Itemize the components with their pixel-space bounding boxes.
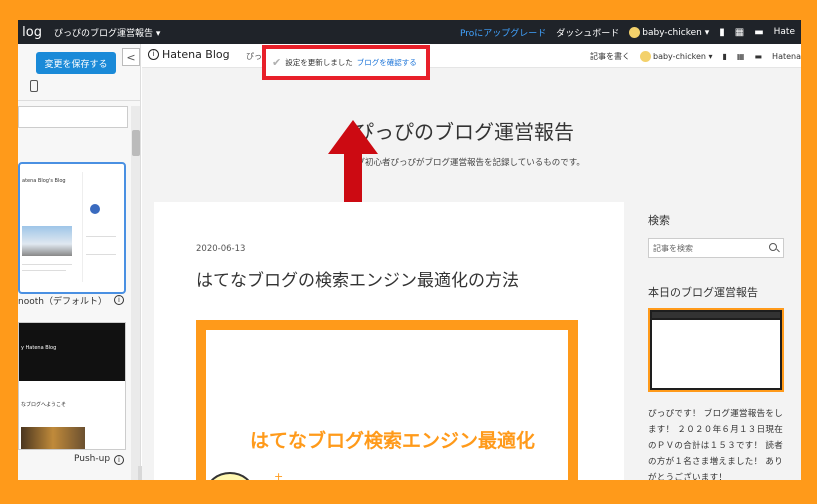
- bookmark-icon[interactable]: ▮: [719, 27, 725, 38]
- view-blog-link[interactable]: ブログを確認する: [357, 57, 417, 68]
- theme-preview-sidebar: [82, 172, 122, 282]
- theme-label-smooth: nooth（デフォルト）: [18, 297, 107, 307]
- theme-preview-image: [22, 226, 72, 256]
- recent-heading: 本日のブログ運営報告: [648, 286, 758, 299]
- sidebar-scrollbar[interactable]: [131, 106, 140, 480]
- blog-header: i Hatena Blog ぴっ 記事を書く baby-chicken ▾ ▮ …: [142, 44, 801, 68]
- thumbnail-content: [652, 320, 780, 388]
- theme-preview-line: [86, 254, 116, 255]
- comment-icon[interactable]: ▬: [754, 52, 762, 61]
- post-date[interactable]: 2020-06-13: [196, 244, 245, 254]
- blog-header-right: 記事を書く baby-chicken ▾ ▮ ▦ ▬ Hatena: [590, 44, 801, 68]
- post-entry: 2020-06-13 はてなブログの検索エンジン最適化の方法 はてなブログ検索エ…: [154, 202, 624, 480]
- user-menu[interactable]: baby-chicken ▾: [629, 26, 709, 38]
- hatena-link[interactable]: Hate: [774, 27, 795, 37]
- search-icon[interactable]: [769, 243, 777, 251]
- recent-post-thumbnail[interactable]: [648, 308, 784, 392]
- theme-preview-line: [22, 264, 72, 265]
- hatena-link[interactable]: Hatena: [772, 52, 801, 61]
- blog-sidebar: 検索 記事を検索 本日のブログ運営報告 ぴっぴです！ ブログ運営報告をします！ …: [648, 202, 788, 480]
- hatena-logo[interactable]: log: [18, 25, 42, 40]
- divider: [18, 100, 140, 101]
- check-icon: ✔: [272, 56, 282, 69]
- grid-icon[interactable]: ▦: [737, 52, 745, 61]
- smartphone-icon[interactable]: [30, 80, 38, 92]
- red-arrow-icon: [328, 120, 378, 210]
- theme-preview-title: atena Blog's Blog: [22, 178, 66, 184]
- theme-card-pushup[interactable]: y Hatena Blog なブログへようこそ: [18, 322, 126, 450]
- comment-icon[interactable]: ▬: [754, 27, 763, 38]
- notice-text: 設定を更新しました: [285, 58, 353, 67]
- dashboard-link[interactable]: ダッシュボード: [556, 26, 619, 39]
- avatar: [629, 26, 641, 38]
- chick-illustration: [206, 472, 254, 480]
- hatena-circle-icon: i: [148, 49, 159, 60]
- search-heading: 検索: [648, 214, 670, 227]
- theme-preview-welcome: なブログへようこそ: [21, 402, 67, 408]
- post-title[interactable]: はてなブログの検索エンジン最適化の方法: [196, 266, 519, 291]
- bookmark-icon[interactable]: ▮: [723, 52, 727, 61]
- search-input[interactable]: 記事を検索: [648, 238, 784, 258]
- theme-preview-avatar: [90, 204, 100, 214]
- theme-preview-line: [22, 270, 66, 271]
- theme-category-select[interactable]: [18, 106, 128, 128]
- blog-preview: i Hatena Blog ぴっ 記事を書く baby-chicken ▾ ▮ …: [142, 44, 801, 480]
- theme-label-pushup: Push-up: [74, 454, 111, 464]
- info-icon[interactable]: i: [114, 295, 124, 305]
- blog-title[interactable]: ぴっぴのブログ運営報告: [354, 116, 574, 145]
- info-icon[interactable]: i: [114, 455, 124, 465]
- sparkle-icon: +: [274, 470, 284, 480]
- save-button[interactable]: 変更を保存する: [36, 52, 116, 74]
- blog-name-link[interactable]: ぴっ: [246, 51, 262, 62]
- recent-post-excerpt: ぴっぴです！ ブログ運営報告をします！ ２０２０年６月１３日現在のＰＶの合計は１…: [648, 409, 784, 480]
- theme-preview-title: y Hatena Blog: [21, 345, 57, 351]
- blog-selector[interactable]: ぴっぴのブログ運営報告 ▾: [54, 26, 160, 39]
- hatena-blog-logo[interactable]: i Hatena Blog: [148, 48, 230, 61]
- blog-description: ログ初心者ぴっぴがブログ運営報告を記録しているものです。: [348, 158, 585, 168]
- theme-preview-header: [19, 323, 125, 381]
- eyecatch-image: はてなブログ検索エンジン最適化 +: [196, 320, 578, 480]
- top-bar-right: Proにアップグレード ダッシュボード baby-chicken ▾ ▮ ▦ ▬…: [460, 20, 795, 44]
- app-frame: log ぴっぴのブログ運営報告 ▾ Proにアップグレード ダッシュボード ba…: [18, 20, 801, 480]
- user-menu[interactable]: baby-chicken ▾: [639, 50, 713, 62]
- thumbnail-bar: [652, 312, 780, 318]
- theme-preview-image: [21, 427, 85, 449]
- design-sidebar: 変更を保存する < atena Blog's Blog nooth（デフォルト）…: [18, 44, 141, 480]
- eyecatch-text: はてなブログ検索エンジン最適化: [250, 430, 536, 452]
- theme-preview-line: [86, 236, 116, 237]
- theme-card-smooth[interactable]: atena Blog's Blog: [18, 162, 126, 294]
- grid-icon[interactable]: ▦: [735, 27, 744, 38]
- update-notice: ✔ 設定を更新しました ブログを確認する: [262, 45, 430, 80]
- top-bar: log ぴっぴのブログ運営報告 ▾ Proにアップグレード ダッシュボード ba…: [18, 20, 801, 44]
- scroll-thumb[interactable]: [132, 130, 140, 156]
- upgrade-link[interactable]: Proにアップグレード: [460, 26, 546, 39]
- avatar: [639, 50, 651, 62]
- write-post-link[interactable]: 記事を書く: [590, 51, 630, 62]
- collapse-button[interactable]: <: [122, 48, 140, 66]
